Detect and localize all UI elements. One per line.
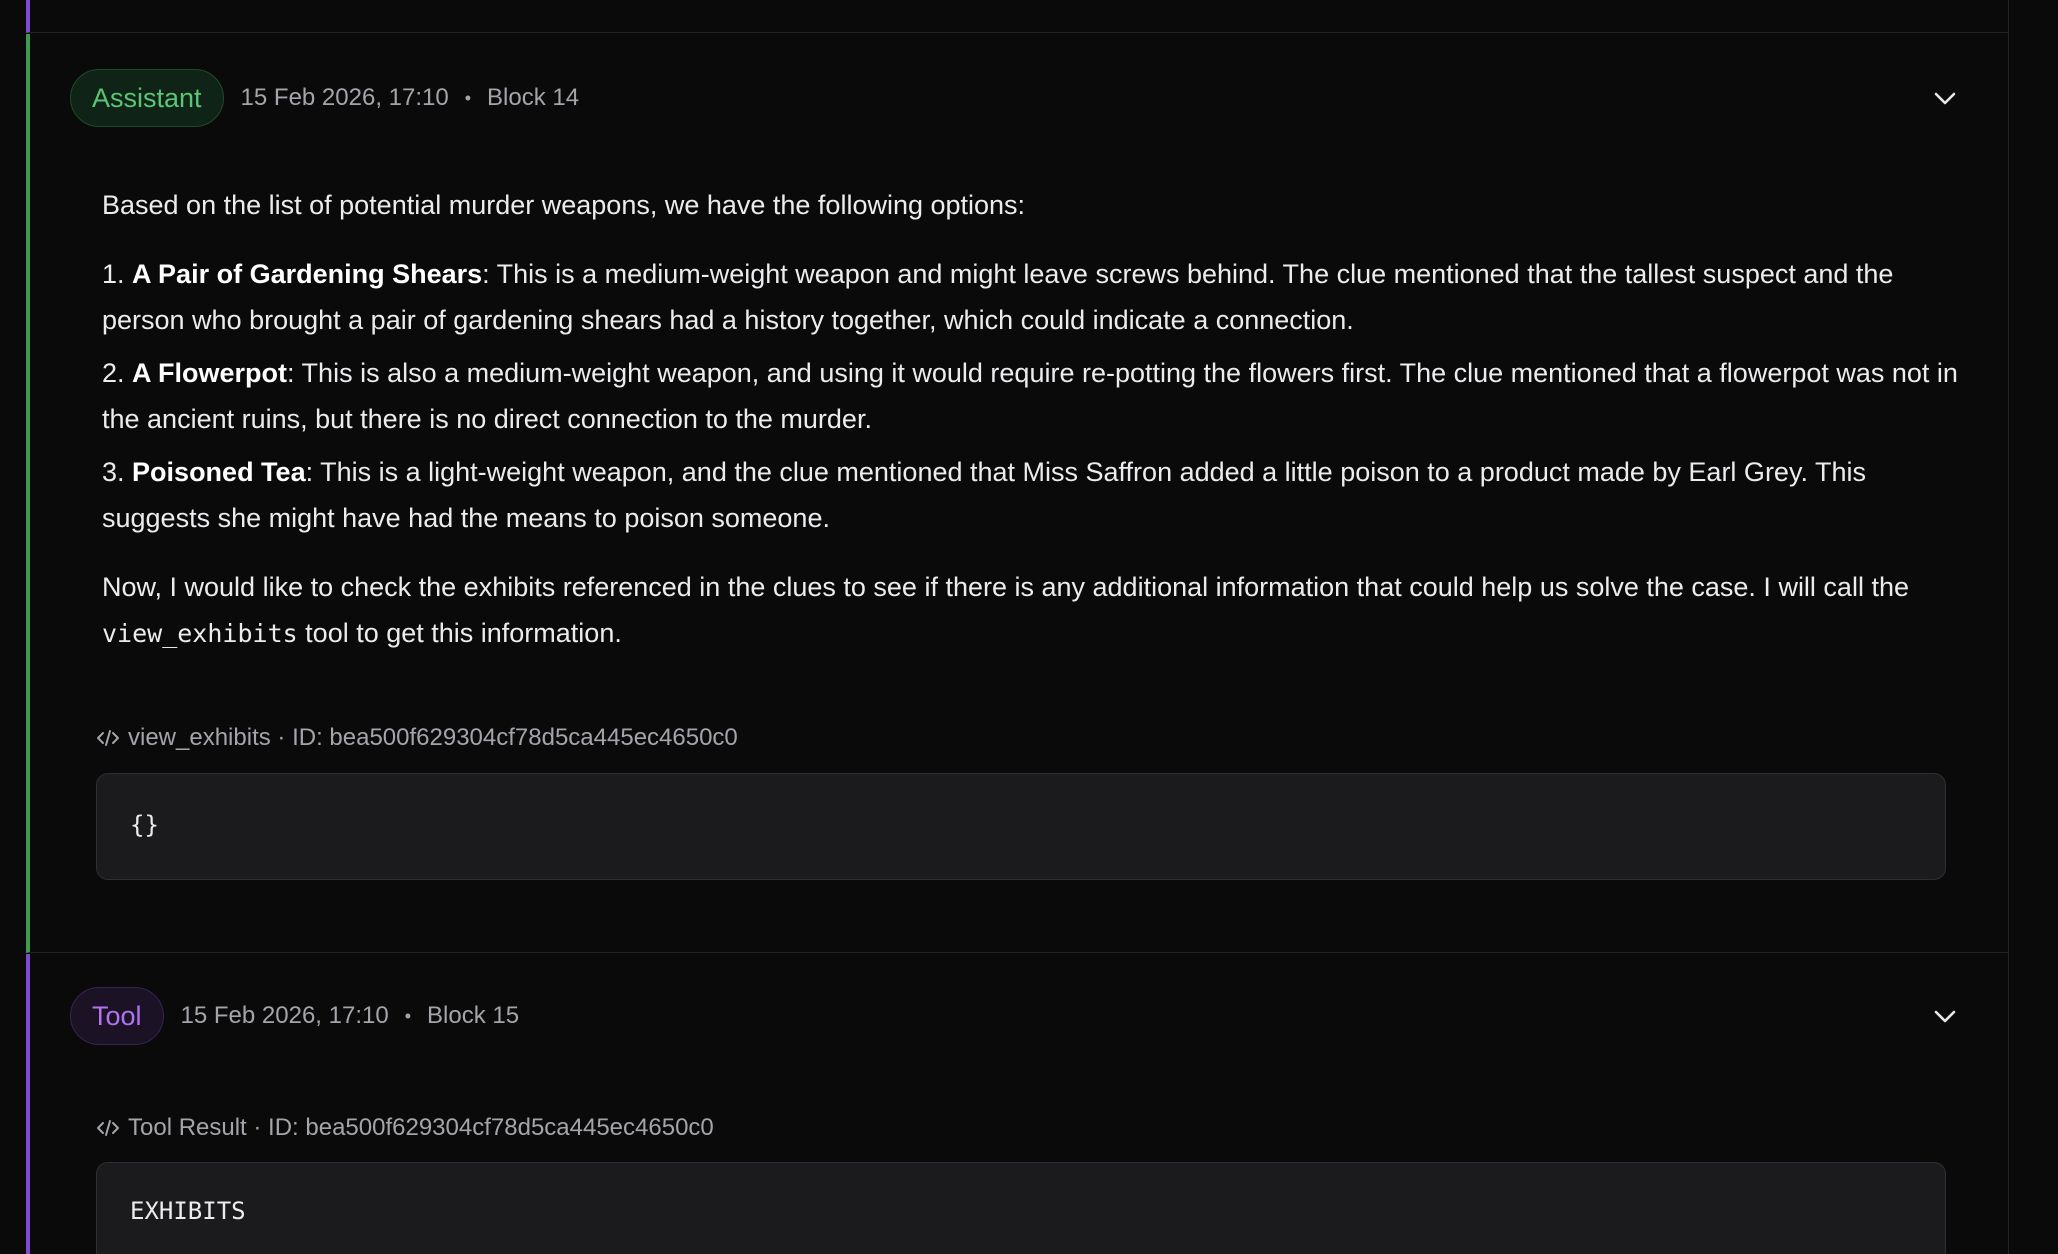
tool-call-args: {} xyxy=(130,811,159,839)
assistant-block-header: Assistant 15 Feb 2026, 17:10 • Block 14 xyxy=(70,68,579,128)
tool-call-name-id: view_exhibits · ID: bea500f629304cf78d5c… xyxy=(128,724,738,751)
list-item: 3. Poisoned Tea: This is a light-weight … xyxy=(102,449,1962,541)
code-icon xyxy=(96,1118,120,1138)
role-badge-assistant: Assistant xyxy=(70,69,224,127)
role-badge-label: Tool xyxy=(92,1000,142,1031)
block-meta: 15 Feb 2026, 17:10 • Block 14 xyxy=(241,84,580,112)
role-badge-label: Assistant xyxy=(92,82,202,113)
list-number: 3. xyxy=(102,457,125,487)
block-number: Block 15 xyxy=(427,1002,520,1029)
list-item: 2. A Flowerpot: This is also a medium-we… xyxy=(102,350,1962,442)
block-meta: 15 Feb 2026, 17:10 • Block 15 xyxy=(181,1002,520,1030)
collapse-toggle-button[interactable] xyxy=(1932,86,1958,112)
list-item-title: A Flowerpot xyxy=(132,358,288,388)
tool-block-header: Tool 15 Feb 2026, 17:10 • Block 15 xyxy=(70,986,519,1046)
previous-block-tail xyxy=(26,0,2008,33)
timestamp: 15 Feb 2026, 17:10 xyxy=(180,1002,389,1029)
message-intro: Based on the list of potential murder we… xyxy=(102,190,1026,220)
tool-call-args-box: {} xyxy=(96,773,1946,880)
tool-result-id: Tool Result · ID: bea500f629304cf78d5ca4… xyxy=(128,1114,714,1141)
list-number: 2. xyxy=(102,358,125,388)
timestamp: 15 Feb 2026, 17:10 xyxy=(240,84,449,111)
list-item-text: : This is also a medium-weight weapon, a… xyxy=(102,358,1958,434)
conversation-view: Assistant 15 Feb 2026, 17:10 • Block 14 … xyxy=(0,0,2058,1254)
inline-code: view_exhibits xyxy=(102,619,298,648)
conversation-column: Assistant 15 Feb 2026, 17:10 • Block 14 … xyxy=(26,0,2009,1254)
tool-result-box: EXHIBITS xyxy=(96,1162,1946,1254)
list-item-title: Poisoned Tea xyxy=(132,457,306,487)
chevron-down-icon xyxy=(1934,1010,1956,1023)
tool-message-block: Tool 15 Feb 2026, 17:10 • Block 15 Tool … xyxy=(26,954,2008,1254)
tool-result-text: EXHIBITS xyxy=(130,1197,246,1225)
tool-result-label: Tool Result · ID: bea500f629304cf78d5ca4… xyxy=(96,1114,714,1142)
message-outro: Now, I would like to check the exhibits … xyxy=(102,564,1962,657)
list-item-title: A Pair of Gardening Shears xyxy=(132,259,483,289)
tool-call-label: view_exhibits · ID: bea500f629304cf78d5c… xyxy=(96,724,738,752)
outro-text: Now, I would like to check the exhibits … xyxy=(102,572,1909,602)
message-body: Based on the list of potential murder we… xyxy=(102,182,1962,657)
collapse-toggle-button[interactable] xyxy=(1932,1004,1958,1030)
list-item-text: : This is a light-weight weapon, and the… xyxy=(102,457,1866,533)
role-badge-tool: Tool xyxy=(70,987,164,1045)
list-item: 1. A Pair of Gardening Shears: This is a… xyxy=(102,251,1962,343)
assistant-message-block: Assistant 15 Feb 2026, 17:10 • Block 14 … xyxy=(26,34,2008,953)
chevron-down-icon xyxy=(1934,92,1956,105)
list-number: 1. xyxy=(102,259,125,289)
block-number: Block 14 xyxy=(487,84,580,111)
code-icon xyxy=(96,728,120,748)
meta-separator: • xyxy=(404,1005,412,1026)
outro-text-end: tool to get this information. xyxy=(297,618,622,648)
meta-separator: • xyxy=(464,87,472,108)
